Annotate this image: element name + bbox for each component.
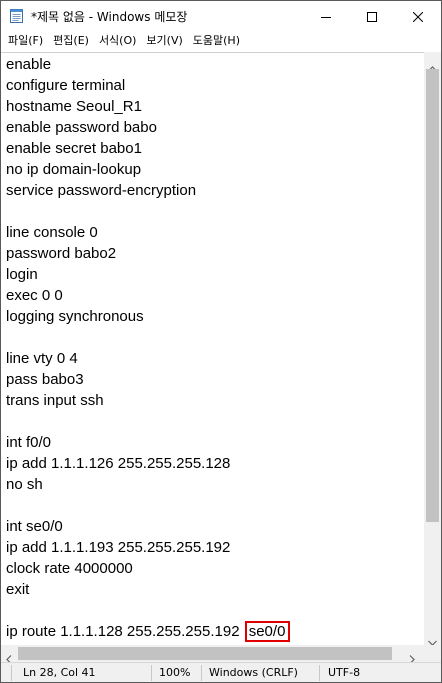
line-ending: Windows (CRLF)	[209, 666, 298, 679]
text-line: enable password babo	[6, 119, 157, 136]
scrollbar-corner	[424, 645, 441, 662]
menu-view[interactable]: 보기(V)	[142, 31, 186, 51]
text-line	[6, 201, 290, 222]
window-title: *제목 없음 - Windows 메모장	[31, 10, 188, 24]
text-line: exit	[6, 581, 30, 598]
text-line	[6, 495, 290, 516]
text-line: no ip domain-lookup	[6, 161, 142, 178]
maximize-icon	[367, 7, 377, 26]
status-divider	[151, 665, 152, 681]
menu-file[interactable]: 파일(F)	[4, 31, 47, 51]
cursor-position: Ln 28, Col 41	[23, 666, 96, 679]
vertical-scroll-thumb[interactable]	[426, 69, 439, 522]
text-editor[interactable]: enable configure terminal hostname Seoul…	[1, 52, 424, 646]
status-divider	[11, 665, 12, 681]
text-line: pass babo3	[6, 371, 84, 388]
close-button[interactable]	[395, 1, 441, 31]
zoom-level: 100%	[159, 666, 191, 679]
text-line: ip add 1.1.1.126 255.255.255.128	[6, 455, 231, 472]
notepad-window: *제목 없음 - Windows 메모장 파일(F) 편집(E) 서식(O) 보…	[0, 0, 442, 683]
text-line: logging synchronous	[6, 308, 144, 325]
close-icon	[412, 7, 424, 26]
menu-help[interactable]: 도움말(H)	[189, 31, 244, 51]
vertical-scrollbar[interactable]	[424, 52, 441, 646]
text-line: line console 0	[6, 224, 98, 241]
maximize-button[interactable]	[349, 1, 395, 31]
text-line: enable secret babo1	[6, 140, 142, 157]
minimize-button[interactable]	[303, 1, 349, 31]
text-line: hostname Seoul_R1	[6, 98, 142, 115]
status-divider	[319, 665, 320, 681]
horizontal-scroll-thumb[interactable]	[18, 647, 392, 660]
menu-bar: 파일(F) 편집(E) 서식(O) 보기(V) 도움말(H)	[1, 31, 441, 51]
text-line-last: ip route 1.1.1.128 255.255.255.192 se0/0	[6, 621, 291, 642]
text-line	[6, 411, 290, 432]
route-command-text: ip route 1.1.1.128 255.255.255.192	[6, 623, 240, 640]
text-line: service password-encryption	[6, 182, 197, 199]
menu-format[interactable]: 서식(O)	[95, 31, 140, 51]
notepad-icon	[10, 8, 23, 23]
text-line: no sh	[6, 476, 43, 493]
text-line: password babo2	[6, 245, 117, 262]
text-line: int f0/0	[6, 434, 52, 451]
text-line	[6, 600, 290, 621]
text-line: enable	[6, 56, 52, 73]
menu-edit[interactable]: 편집(E)	[49, 31, 93, 51]
encoding: UTF-8	[328, 666, 361, 679]
text-line: line vty 0 4	[6, 350, 78, 367]
text-line: exec 0 0	[6, 287, 63, 304]
minimize-icon	[321, 7, 331, 26]
text-line: ip add 1.1.1.193 255.255.255.192	[6, 539, 231, 556]
text-line: int se0/0	[6, 518, 63, 535]
editor-lines: enable configure terminal hostname Seoul…	[6, 54, 291, 642]
text-line: login	[6, 266, 38, 283]
status-divider	[201, 665, 202, 681]
text-line: configure terminal	[6, 77, 126, 94]
horizontal-scrollbar[interactable]	[1, 645, 424, 664]
title-bar[interactable]: *제목 없음 - Windows 메모장	[1, 1, 441, 31]
text-line	[6, 327, 290, 348]
text-line: trans input ssh	[6, 392, 104, 409]
highlighted-interface: se0/0	[244, 621, 291, 642]
status-bar: Ln 28, Col 41 100% Windows (CRLF) UTF-8	[1, 662, 441, 682]
text-line: clock rate 4000000	[6, 560, 133, 577]
